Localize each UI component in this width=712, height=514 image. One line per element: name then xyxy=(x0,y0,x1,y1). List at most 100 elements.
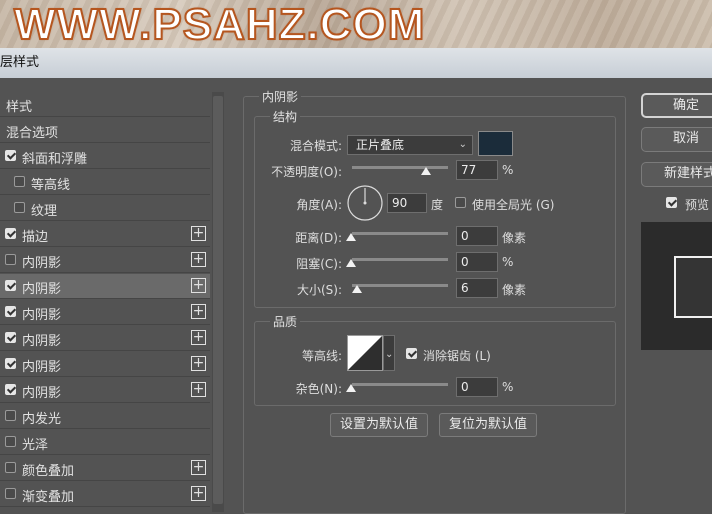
style-item-label: 内阴影 xyxy=(22,360,62,375)
style-item-inner-shadow[interactable]: 内阴影 + xyxy=(0,300,210,325)
contour-checkbox[interactable] xyxy=(14,176,25,187)
ok-button[interactable]: 确定 xyxy=(641,93,712,118)
size-unit: 像素 xyxy=(502,283,527,297)
texture-checkbox[interactable] xyxy=(14,202,25,213)
noise-slider-track[interactable] xyxy=(352,383,448,386)
antialias-label: 消除锯齿 (L) xyxy=(423,349,491,363)
angle-input[interactable]: 90 xyxy=(387,193,427,213)
style-item-gradient-overlay[interactable]: 渐变叠加 + xyxy=(0,482,210,507)
opacity-label: 不透明度(O): xyxy=(271,165,342,179)
watermark-banner: WWW.PSAHZ.COM xyxy=(0,0,712,48)
size-input[interactable]: 6 xyxy=(456,278,498,298)
opacity-unit: % xyxy=(502,163,514,177)
inner-shadow-checkbox[interactable] xyxy=(5,332,16,343)
inner-glow-checkbox[interactable] xyxy=(5,410,16,421)
blend-mode-label: 混合模式: xyxy=(289,139,342,153)
plus-square-icon[interactable]: + xyxy=(191,330,206,345)
style-item-blending-options[interactable]: 混合选项 xyxy=(0,118,210,143)
opacity-input[interactable]: 77 xyxy=(456,160,498,180)
watermark-text: WWW.PSAHZ.COM xyxy=(13,0,426,48)
distance-label: 距离(D): xyxy=(295,231,342,245)
new-style-button[interactable]: 新建样式... xyxy=(641,162,712,187)
noise-label: 杂色(N): xyxy=(295,382,342,396)
color-overlay-checkbox[interactable] xyxy=(5,462,16,473)
style-item-label: 纹理 xyxy=(31,204,58,219)
blend-mode-dropdown[interactable]: 正片叠底 ⌄ xyxy=(347,135,473,155)
scrollbar-thumb[interactable] xyxy=(213,96,223,504)
style-item-label: 样式 xyxy=(6,100,33,115)
style-item-inner-glow[interactable]: 内发光 xyxy=(0,404,210,429)
plus-square-icon[interactable]: + xyxy=(191,460,206,475)
slider-triangle-icon[interactable] xyxy=(346,259,356,267)
choke-unit: % xyxy=(502,255,514,269)
dialog-title: 层样式 xyxy=(0,55,40,70)
blend-mode-value: 正片叠底 xyxy=(356,138,405,152)
choke-label: 阻塞(C): xyxy=(296,257,342,271)
style-item-inner-shadow[interactable]: 内阴影 + xyxy=(0,326,210,351)
global-light-label: 使用全局光 (G) xyxy=(472,198,555,212)
slider-triangle-icon[interactable] xyxy=(421,167,431,175)
reset-default-button[interactable]: 复位为默认值 xyxy=(439,413,537,437)
style-item-label: 颜色叠加 xyxy=(22,464,75,479)
shadow-color-swatch[interactable] xyxy=(478,131,513,156)
style-item-satin[interactable]: 光泽 xyxy=(0,430,210,455)
style-item-inner-shadow[interactable]: 内阴影 + xyxy=(0,248,210,273)
angle-unit: 度 xyxy=(431,198,444,212)
distance-unit: 像素 xyxy=(502,231,527,245)
antialias-checkbox[interactable] xyxy=(406,348,417,359)
plus-square-icon[interactable]: + xyxy=(191,486,206,501)
style-item-label: 内阴影 xyxy=(22,334,62,349)
slider-triangle-icon[interactable] xyxy=(352,285,362,293)
style-item-contour[interactable]: 等高线 xyxy=(0,170,210,195)
cancel-button[interactable]: 取消 xyxy=(641,127,712,152)
inner-shadow-checkbox[interactable] xyxy=(5,358,16,369)
style-item-styles[interactable]: 样式 xyxy=(0,92,210,117)
inner-shadow-checkbox[interactable] xyxy=(5,254,16,265)
style-item-inner-shadow[interactable]: 内阴影 + xyxy=(0,352,210,377)
angle-dial-icon[interactable] xyxy=(346,184,384,222)
style-item-inner-shadow[interactable]: 内阴影 + xyxy=(0,378,210,403)
opacity-slider-track[interactable] xyxy=(352,166,448,169)
slider-triangle-icon[interactable] xyxy=(346,384,356,392)
plus-square-icon[interactable]: + xyxy=(191,278,206,293)
plus-square-icon[interactable]: + xyxy=(191,356,206,371)
quality-legend: 品质 xyxy=(270,313,301,330)
inner-shadow-checkbox[interactable] xyxy=(5,384,16,395)
distance-slider-track[interactable] xyxy=(352,232,448,235)
styles-scrollbar[interactable] xyxy=(212,92,224,512)
preview-checkbox[interactable] xyxy=(666,197,677,208)
satin-checkbox[interactable] xyxy=(5,436,16,447)
inner-shadow-checkbox[interactable] xyxy=(5,280,16,291)
style-item-label: 光泽 xyxy=(22,438,49,453)
plus-square-icon[interactable]: + xyxy=(191,382,206,397)
gradient-overlay-checkbox[interactable] xyxy=(5,488,16,499)
style-item-color-overlay[interactable]: 颜色叠加 + xyxy=(0,456,210,481)
noise-input[interactable]: 0 xyxy=(456,377,498,397)
choke-slider-track[interactable] xyxy=(352,258,448,261)
choke-input[interactable]: 0 xyxy=(456,252,498,272)
size-slider-track[interactable] xyxy=(352,284,448,287)
style-item-label: 内阴影 xyxy=(22,386,62,401)
style-item-bevel-emboss[interactable]: 斜面和浮雕 xyxy=(0,144,210,169)
preview-label: 预览 xyxy=(685,198,710,212)
style-item-inner-shadow-selected[interactable]: 内阴影 + xyxy=(0,274,210,299)
stroke-checkbox[interactable] xyxy=(5,228,16,239)
angle-label: 角度(A): xyxy=(296,198,342,212)
bevel-emboss-checkbox[interactable] xyxy=(5,150,16,161)
plus-square-icon[interactable]: + xyxy=(191,252,206,267)
slider-triangle-icon[interactable] xyxy=(346,233,356,241)
style-item-texture[interactable]: 纹理 xyxy=(0,196,210,221)
style-item-label: 等高线 xyxy=(31,178,71,193)
plus-square-icon[interactable]: + xyxy=(191,304,206,319)
style-item-stroke[interactable]: 描边 + xyxy=(0,222,210,247)
style-item-label: 内阴影 xyxy=(22,308,62,323)
plus-square-icon[interactable]: + xyxy=(191,226,206,241)
style-item-label: 内阴影 xyxy=(22,256,62,271)
panel-title: 内阴影 xyxy=(259,88,302,105)
distance-input[interactable]: 0 xyxy=(456,226,498,246)
contour-curve-icon[interactable]: ⌄ xyxy=(347,335,395,373)
make-default-button[interactable]: 设置为默认值 xyxy=(330,413,428,437)
dialog-titlebar: 层样式 xyxy=(0,48,712,78)
global-light-checkbox[interactable] xyxy=(455,197,466,208)
inner-shadow-checkbox[interactable] xyxy=(5,306,16,317)
